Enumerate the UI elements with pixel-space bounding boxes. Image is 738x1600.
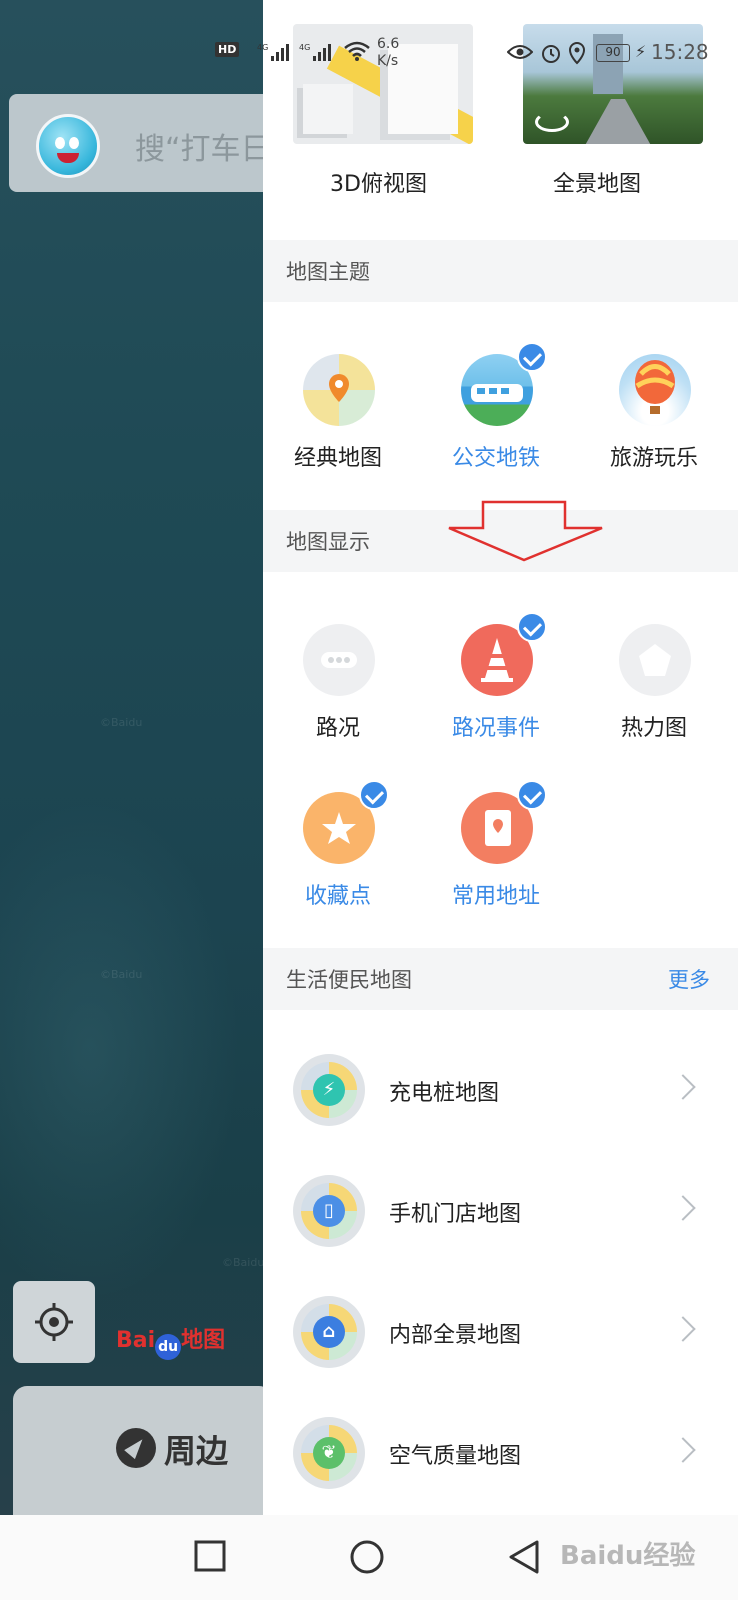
- section-title: 地图显示: [286, 530, 370, 554]
- row-label: 内部全景地图: [389, 1323, 522, 1348]
- signal-icon: 4G: [299, 43, 331, 61]
- section-title: 地图主题: [286, 260, 370, 284]
- row-label: 手机门店地图: [389, 1202, 522, 1227]
- alarm-icon: [542, 45, 560, 63]
- checked-badge-icon: [517, 612, 547, 642]
- view-3d-label[interactable]: 3D俯视图: [330, 166, 427, 198]
- svg-text:4G: 4G: [299, 43, 310, 52]
- hd-badge: HD: [215, 42, 240, 57]
- hot-air-balloon-icon: [619, 354, 691, 426]
- more-link[interactable]: 更多: [668, 964, 710, 994]
- home-icon[interactable]: [349, 1539, 385, 1575]
- location-icon: [568, 41, 586, 65]
- avatar-eye: [69, 137, 79, 149]
- display-favorites[interactable]: 收藏点: [263, 780, 413, 922]
- life-map-row-air-quality[interactable]: ❦ 空气质量地图: [263, 1395, 738, 1513]
- compass-icon: [116, 1428, 156, 1468]
- theme-travel[interactable]: 旅游玩乐: [579, 354, 729, 484]
- clock: 15:28: [651, 40, 709, 64]
- thumb-building: [303, 84, 353, 134]
- classic-map-icon: [303, 354, 375, 426]
- display-heatmap[interactable]: 热力图: [579, 624, 729, 754]
- charging-icon: ⚡: [293, 1054, 365, 1126]
- signal-icon: 4G: [257, 43, 289, 61]
- life-map-row-phone-store[interactable]: ▯ 手机门店地图: [263, 1153, 738, 1271]
- map-watermark: ©Baidu: [222, 1256, 263, 1269]
- nearby-label[interactable]: 周边: [164, 1426, 228, 1472]
- paw-icon: du: [155, 1334, 182, 1360]
- chevron-right-icon: [670, 1195, 696, 1221]
- phone-store-icon: ▯: [293, 1175, 365, 1247]
- baidu-map-logo: Bai du 地图: [116, 1322, 225, 1360]
- status-bar: HD 4G 4G 6.6 K/s 90 ⚡ 15:28: [215, 36, 715, 72]
- row-label: 充电桩地图: [389, 1081, 500, 1106]
- network-speed: 6.6 K/s: [377, 36, 399, 70]
- locate-icon: [35, 1303, 73, 1341]
- checked-badge-icon: [359, 780, 389, 810]
- display-frequent-address[interactable]: 常用地址: [421, 780, 571, 922]
- svg-text:4G: 4G: [257, 43, 268, 52]
- locate-button[interactable]: [13, 1281, 95, 1363]
- theme-label: 旅游玩乐: [609, 446, 698, 471]
- chevron-right-icon: [670, 1437, 696, 1463]
- speed-value: 6.6: [377, 36, 400, 52]
- indoor-panorama-icon: ⌂: [293, 1296, 365, 1368]
- map-theme-header: 地图主题: [263, 240, 738, 302]
- chevron-right-icon: [670, 1074, 696, 1100]
- life-maps-header: 生活便民地图 更多: [263, 948, 738, 1010]
- air-quality-icon: ❦: [293, 1417, 365, 1489]
- baidu-jingyan-watermark: Baidu经验: [560, 1541, 696, 1571]
- eye-icon: [507, 45, 533, 59]
- theme-transit[interactable]: 公交地铁: [421, 342, 571, 484]
- display-traffic-events[interactable]: 路况事件: [421, 612, 571, 754]
- back-icon[interactable]: [507, 1539, 541, 1575]
- view-panorama-label[interactable]: 全景地图: [553, 166, 641, 198]
- annotation-arrow: [448, 500, 603, 562]
- avatar-mouth: [57, 153, 79, 163]
- display-label: 路况: [315, 716, 360, 741]
- map-watermark: ©Baidu: [100, 968, 143, 981]
- theme-label: 经典地图: [293, 446, 382, 471]
- row-label: 空气质量地图: [389, 1444, 522, 1469]
- map-glow: [0, 800, 240, 1300]
- theme-label: 公交地铁: [451, 446, 540, 471]
- avatar-eye: [55, 137, 65, 149]
- speed-unit: K/s: [377, 53, 399, 69]
- navigation-bar: Baidu经验: [0, 1515, 738, 1600]
- rotate-icon: [535, 112, 569, 132]
- display-label: 常用地址: [451, 884, 540, 909]
- section-title: 生活便民地图: [286, 968, 412, 992]
- display-label: 收藏点: [304, 884, 371, 909]
- heatmap-icon: [619, 624, 691, 696]
- thumb-road: [583, 99, 653, 144]
- traffic-icon: [303, 624, 375, 696]
- display-label: 路况事件: [451, 716, 540, 741]
- checked-badge-icon: [517, 780, 547, 810]
- recent-apps-icon[interactable]: [193, 1539, 227, 1573]
- life-map-row-indoor-panorama[interactable]: ⌂ 内部全景地图: [263, 1274, 738, 1392]
- display-label: 热力图: [620, 716, 687, 741]
- avatar[interactable]: [36, 114, 100, 178]
- map-watermark: ©Baidu: [100, 716, 143, 729]
- layer-drawer: 3D俯视图 全景地图 地图主题 经典地图 公交地铁 旅游玩乐 地图显示 路况 路…: [263, 0, 738, 1515]
- wifi-icon: [344, 41, 370, 61]
- chevron-right-icon: [670, 1316, 696, 1342]
- theme-classic[interactable]: 经典地图: [263, 354, 413, 484]
- charging-bolt-icon: ⚡: [635, 42, 647, 61]
- battery-icon: 90: [596, 44, 630, 62]
- checked-badge-icon: [517, 342, 547, 372]
- logo-suffix: 地图: [181, 1328, 226, 1353]
- search-placeholder[interactable]: 搜“打车日: [135, 124, 271, 168]
- logo-text: Bai: [116, 1328, 156, 1353]
- life-map-row-charging[interactable]: ⚡ 充电桩地图: [263, 1032, 738, 1150]
- display-traffic[interactable]: 路况: [263, 624, 413, 754]
